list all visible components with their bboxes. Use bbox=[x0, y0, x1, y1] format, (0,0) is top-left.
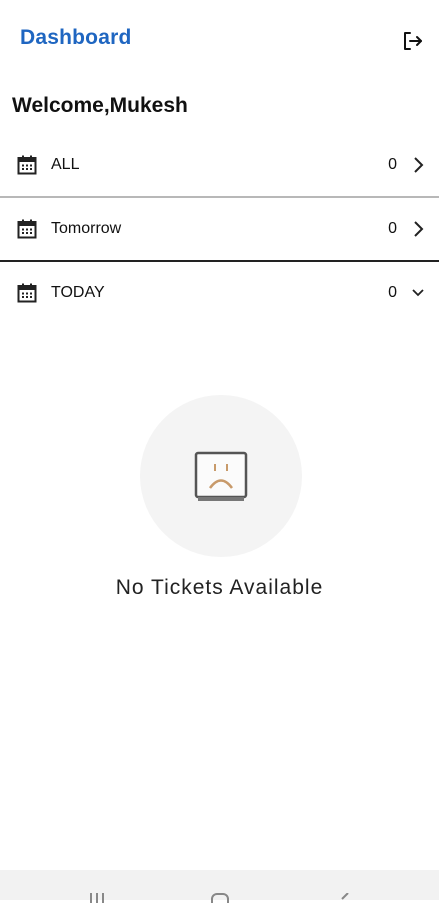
logout-icon bbox=[404, 32, 422, 50]
system-navigation-bar bbox=[0, 870, 439, 908]
filter-row-all[interactable]: ALL 0 bbox=[0, 134, 439, 196]
home-button[interactable] bbox=[211, 890, 229, 908]
row-label: Tomorrow bbox=[51, 220, 122, 237]
row-label: TODAY bbox=[51, 284, 105, 301]
calendar-icon bbox=[16, 282, 38, 304]
calendar-icon bbox=[16, 218, 38, 240]
chevron-right-icon bbox=[407, 154, 429, 176]
row-count: 0 bbox=[388, 220, 397, 237]
back-icon bbox=[341, 892, 349, 900]
chevron-down-icon bbox=[407, 282, 429, 304]
recent-apps-icon bbox=[90, 893, 104, 903]
row-label: ALL bbox=[51, 156, 80, 173]
home-icon bbox=[211, 893, 229, 908]
empty-state-illustration bbox=[140, 395, 302, 557]
filter-row-today[interactable]: TODAY 0 bbox=[0, 262, 439, 324]
sad-ticket-icon bbox=[194, 451, 248, 501]
app-header: Dashboard bbox=[0, 0, 439, 80]
chevron-right-icon bbox=[407, 218, 429, 240]
recent-apps-button[interactable] bbox=[88, 890, 106, 908]
back-button[interactable] bbox=[338, 890, 352, 908]
row-count: 0 bbox=[388, 156, 397, 173]
welcome-message: Welcome,Mukesh bbox=[12, 94, 188, 117]
logout-button[interactable] bbox=[399, 28, 425, 54]
empty-state-message: No Tickets Available bbox=[115, 576, 324, 599]
calendar-icon bbox=[16, 154, 38, 176]
filter-row-tomorrow[interactable]: Tomorrow 0 bbox=[0, 198, 439, 260]
row-count: 0 bbox=[388, 284, 397, 301]
page-title: Dashboard bbox=[20, 26, 132, 49]
